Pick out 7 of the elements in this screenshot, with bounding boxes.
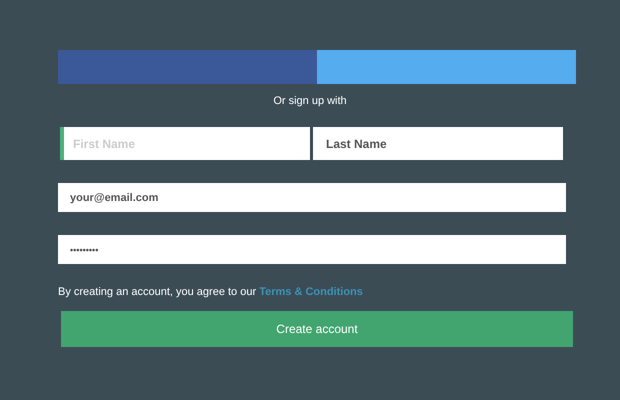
- social-button[interactable]: [317, 50, 576, 84]
- divider-text: Or sign up with: [273, 94, 347, 109]
- password-field[interactable]: •••••••••: [58, 235, 566, 264]
- terms-text: By creating an account, you agree to our Terms & Conditions: [58, 285, 363, 300]
- name-field[interactable]: Last Name: [313, 127, 563, 160]
- social-button[interactable]: [58, 50, 317, 84]
- email-field[interactable]: your@email.com: [58, 183, 566, 212]
